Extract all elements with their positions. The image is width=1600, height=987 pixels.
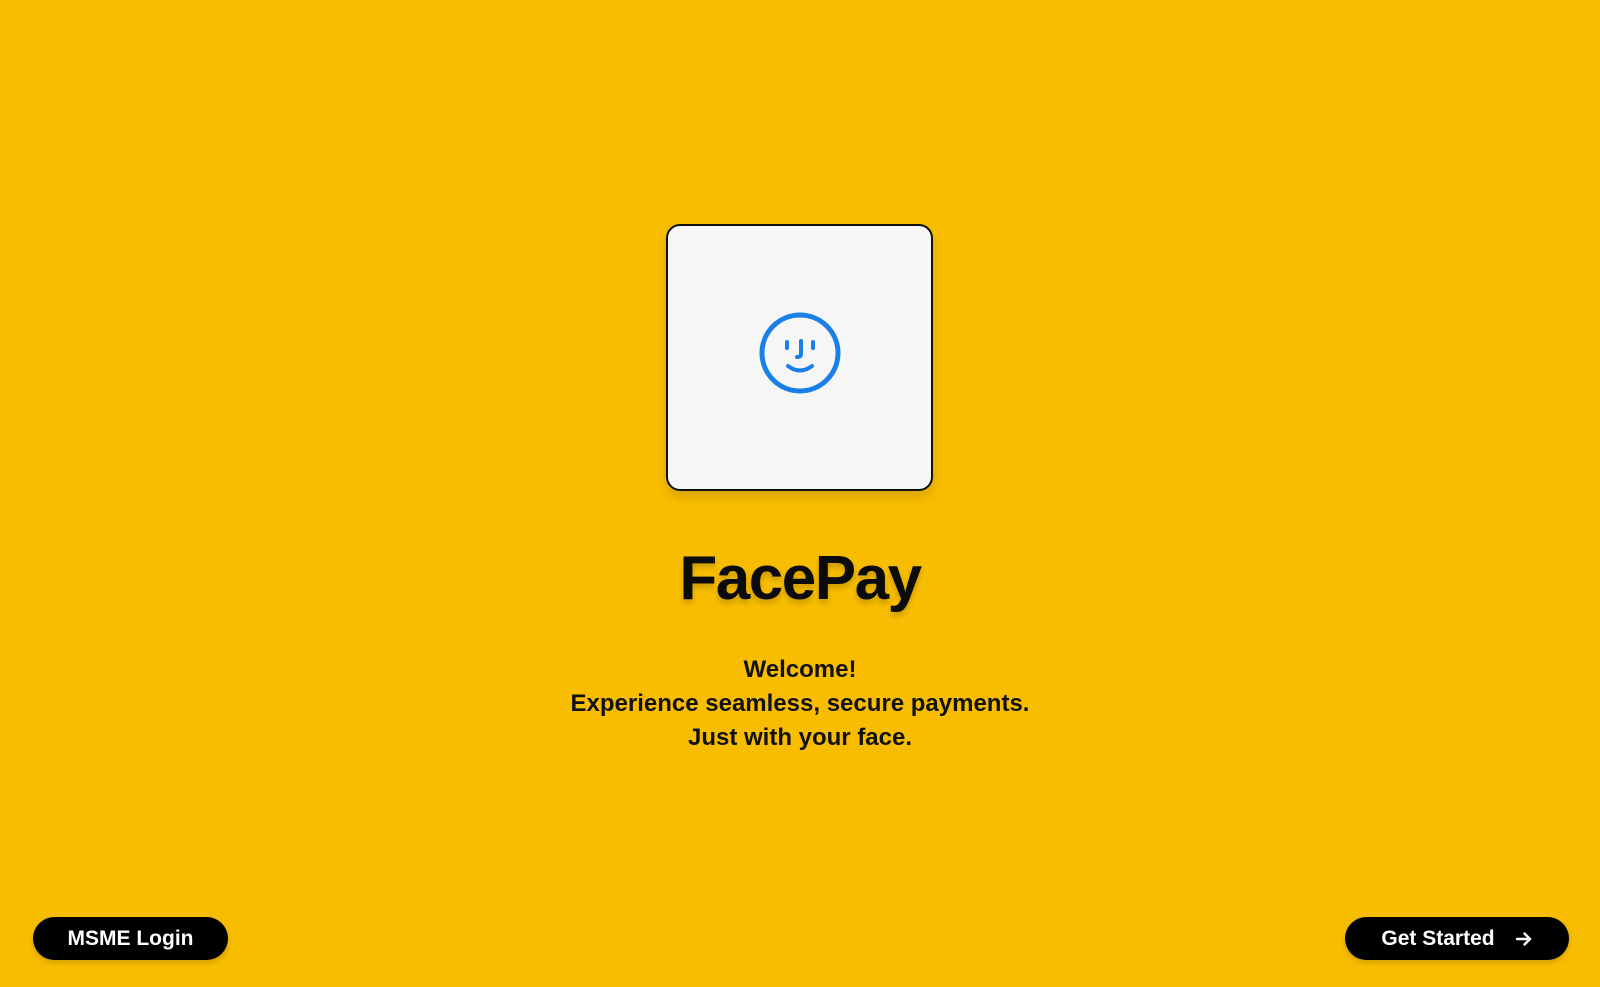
get-started-label: Get Started xyxy=(1381,926,1495,950)
logo-card xyxy=(666,224,933,491)
get-started-button[interactable]: Get Started xyxy=(1345,917,1569,960)
msme-login-button[interactable]: MSME Login xyxy=(33,917,228,960)
app-title: FacePay xyxy=(679,544,922,613)
tagline-line-welcome: Welcome! xyxy=(743,656,857,683)
arrow-right-icon xyxy=(1515,931,1531,946)
tagline-line-face: Just with your face. xyxy=(687,724,913,751)
face-id-icon xyxy=(759,312,840,393)
msme-login-label: MSME Login xyxy=(67,926,194,950)
welcome-tagline: Welcome! Experience seamless, secure pay… xyxy=(0,653,1600,755)
tagline-line-experience: Experience seamless, secure payments. xyxy=(570,690,1030,717)
